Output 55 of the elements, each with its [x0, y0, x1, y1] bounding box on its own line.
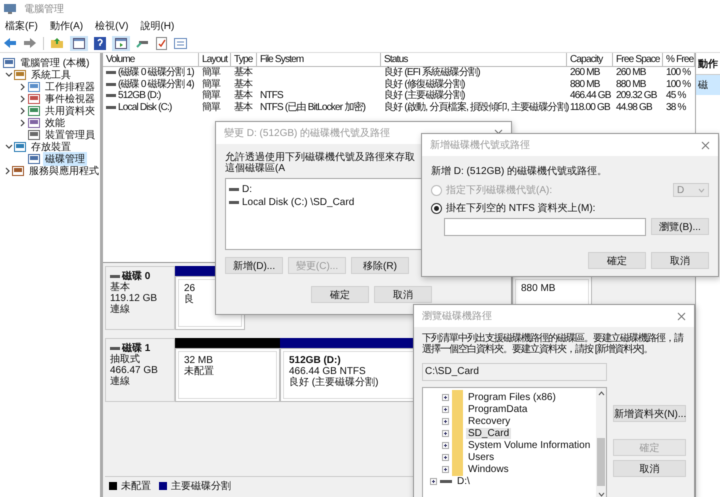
table-cell: 118.00 GB: [570, 102, 610, 113]
legend-label: 主要磁碟分割: [171, 480, 231, 493]
dialog-title: 新增磁碟機代號或路徑: [430, 138, 530, 152]
table-cell: 基本: [234, 102, 252, 113]
disk-name: 磁碟 1: [122, 343, 150, 354]
disk-status: 連線: [110, 304, 131, 315]
table-cell-text: (磁碟 0 磁碟分割 1): [118, 67, 194, 78]
table-cell: 基本: [234, 67, 252, 78]
dialog-title: 瀏覽磁碟機路徑: [422, 310, 492, 323]
table-cell: Local Disk (C:): [118, 102, 172, 113]
dialog-text: 下列清單中列出支援磁碟機路徑的磁碟區。要建立磁碟機路徑，請選擇一個空白資料夾。要建立資料夾，請按 [新增資料夾]。: [422, 333, 684, 355]
dialog-heading: 新增 D: (512GB) 的磁碟機代號或路徑。: [431, 164, 608, 178]
disk-type: 基本: [110, 282, 131, 293]
disk-size: 119.12 GB: [110, 293, 158, 304]
disk-type: 抽取式: [110, 354, 141, 365]
table-cell-text: 基本: [234, 78, 252, 90]
table-cell: 100 %: [666, 67, 690, 78]
legend-label: 未配置: [121, 480, 151, 493]
partition-text: 32 MB: [184, 355, 213, 366]
disk-size: 466.47 GB: [110, 365, 159, 376]
table-cell: 466.44 GB: [570, 90, 611, 102]
table-cell: 良好 (主要磁碟分割): [384, 90, 465, 102]
dialog-title: 變更 D: (512GB) 的磁碟機代號及路徑: [224, 126, 390, 140]
disk-status: 連線: [110, 376, 131, 387]
table-cell: 260 MB: [616, 67, 646, 78]
partition-text: 880 MB: [521, 283, 556, 294]
table-cell: 512GB (D:): [118, 90, 161, 102]
table-cell: 簡單: [202, 90, 220, 102]
table-cell: 880 MB: [570, 78, 600, 90]
table-cell: 44.98 GB: [616, 102, 652, 113]
window-title: 電腦管理: [24, 3, 64, 16]
table-cell: 45 %: [666, 90, 686, 102]
partition-text: 466.44 GB NTFS: [289, 366, 366, 377]
table-cell: 38 %: [666, 102, 686, 113]
table-cell: NTFS: [260, 90, 283, 102]
table-cell-text: 良好 (修復磁碟分割): [384, 78, 465, 90]
table-cell: (磁碟 0 磁碟分割 4): [118, 78, 194, 90]
partition-title: 512GB (D:): [289, 355, 341, 366]
table-cell: 260 MB: [570, 67, 600, 78]
table-cell: 基本: [234, 90, 252, 102]
disk-name: 磁碟 0: [122, 271, 150, 282]
table-cell: 良好 (EFI 系統磁碟分割): [384, 67, 480, 78]
table-cell: 良好 (啟動, 分頁檔案, 損毀傾印, 主要磁碟分割): [384, 102, 569, 113]
partition-text: 未配置: [184, 366, 214, 377]
partition-text: 良好 (主要磁碟分割): [289, 377, 378, 388]
partition-text: 良: [184, 294, 194, 305]
table-cell: 100 %: [666, 78, 690, 90]
partition-text: 26: [184, 283, 196, 294]
table-cell: 簡單: [202, 78, 220, 90]
table-cell: 209.32 GB: [616, 90, 657, 102]
dialog-text: 允許透過使用下列磁碟機代號及路徑來存取這個磁碟區(A: [225, 152, 416, 174]
table-cell: NTFS (已由 BitLocker 加密): [260, 102, 366, 113]
table-cell: 簡單: [202, 102, 220, 113]
table-cell: 880 MB: [616, 78, 646, 90]
table-cell: 簡單: [202, 67, 220, 78]
